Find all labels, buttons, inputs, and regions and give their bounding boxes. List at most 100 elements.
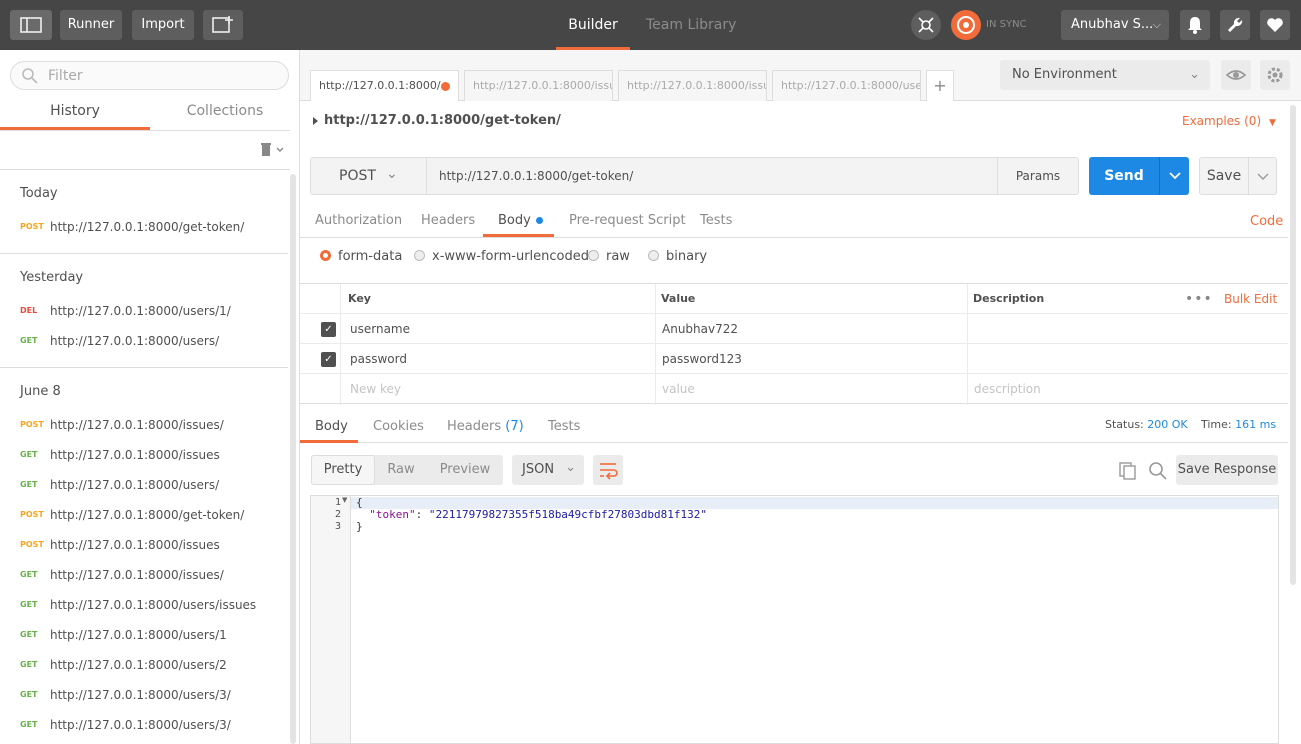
send-options-button[interactable] (1159, 157, 1189, 195)
history-item[interactable]: GET http://127.0.0.1:8000/issues/ (0, 560, 288, 590)
tab-collections[interactable]: Collections (150, 100, 299, 130)
satellite-icon (918, 17, 934, 33)
history-item[interactable]: GET http://127.0.0.1:8000/users/2 (0, 650, 288, 680)
divider (655, 284, 656, 405)
wrap-lines-button[interactable] (593, 455, 623, 485)
generate-code-link[interactable]: Code (1250, 214, 1283, 229)
history-item[interactable]: DEL http://127.0.0.1:8000/users/1/ (0, 296, 288, 326)
value-cell[interactable]: password123 (662, 344, 742, 373)
format-preview-button[interactable]: Preview (431, 455, 499, 485)
manage-environments-button[interactable] (1260, 60, 1290, 90)
history-item[interactable]: POST http://127.0.0.1:8000/get-token/ (0, 500, 288, 530)
radio-icon (588, 250, 599, 261)
trash-icon (261, 143, 284, 156)
heart-icon (1267, 18, 1283, 32)
language-select[interactable]: JSON ⌄ (512, 455, 584, 485)
radio-x-www-form-urlencoded[interactable]: x-www-form-urlencoded (414, 249, 589, 264)
team-library-tab[interactable]: Team Library (646, 0, 736, 50)
history-item[interactable]: GET http://127.0.0.1:8000/users/ (0, 470, 288, 500)
line-number-gutter: 1 ▼ 2 3 (311, 496, 351, 743)
format-raw-button[interactable]: Raw (375, 455, 427, 485)
send-button[interactable]: Send (1089, 157, 1159, 195)
settings-button[interactable] (1220, 10, 1250, 40)
save-options-button[interactable] (1249, 157, 1277, 195)
search-response-button[interactable] (1148, 461, 1168, 485)
response-tab-cookies[interactable]: Cookies (373, 419, 424, 434)
import-button[interactable]: Import (132, 10, 194, 40)
filter-search-box[interactable]: Filter (10, 61, 289, 90)
radio-form-data[interactable]: form-data (320, 249, 402, 264)
builder-tab[interactable]: Builder (556, 0, 630, 50)
examples-dropdown[interactable]: Examples (0) ▼ (1182, 114, 1276, 128)
language-value: JSON (522, 462, 555, 477)
tab-headers[interactable]: Headers (421, 213, 475, 228)
new-window-button[interactable] (203, 10, 243, 40)
fold-arrow-icon[interactable]: ▼ (342, 496, 347, 504)
save-button[interactable]: Save (1199, 157, 1249, 195)
value-cell[interactable]: Anubhav722 (662, 314, 738, 343)
key-cell[interactable]: password (350, 344, 407, 373)
request-tab[interactable]: http://127.0.0.1:8000/users/ (772, 70, 921, 101)
method-badge: GET (20, 660, 38, 669)
row-enabled-checkbox[interactable]: ✓ (321, 322, 336, 337)
new-key-input[interactable]: New key (350, 374, 401, 404)
tab-tests[interactable]: Tests (700, 213, 732, 228)
main-scrollbar[interactable] (1290, 105, 1296, 585)
history-item[interactable]: POST http://127.0.0.1:8000/issues (0, 530, 288, 560)
sync-button[interactable] (951, 10, 981, 40)
history-item[interactable]: GET http://127.0.0.1:8000/users/3/ (0, 680, 288, 710)
history-item[interactable]: GET http://127.0.0.1:8000/issues (0, 440, 288, 470)
row-enabled-checkbox[interactable]: ✓ (321, 352, 336, 367)
format-pretty-button[interactable]: Pretty (311, 455, 375, 485)
tab-authorization[interactable]: Authorization (315, 213, 402, 228)
history-item[interactable]: GET http://127.0.0.1:8000/users/3/ (0, 710, 288, 740)
copy-response-button[interactable] (1118, 461, 1138, 485)
response-tab-tests[interactable]: Tests (548, 419, 580, 434)
history-item[interactable]: GET http://127.0.0.1:8000/users/ (0, 326, 288, 356)
url-input[interactable]: http://127.0.0.1:8000/get-token/ (426, 157, 998, 195)
tab-history[interactable]: History (0, 100, 150, 130)
request-title[interactable]: http://127.0.0.1:8000/get-token/ (313, 113, 561, 128)
filter-input[interactable]: Filter (48, 68, 83, 84)
radio-raw[interactable]: raw (588, 249, 630, 264)
heart-button[interactable] (1260, 10, 1290, 40)
new-description-input[interactable]: description (974, 374, 1041, 404)
clear-history-button[interactable] (258, 140, 286, 162)
save-response-button[interactable]: Save Response (1176, 455, 1278, 485)
method-badge: GET (20, 336, 38, 345)
history-item[interactable]: POST http://127.0.0.1:8000/get-token/ (0, 212, 288, 242)
response-body-editor[interactable]: 1 ▼ 2 3 { "token": "22117979827355f518ba… (310, 495, 1279, 744)
request-tab[interactable]: http://127.0.0.1:8000/issues/ (464, 70, 613, 101)
response-tab-headers[interactable]: Headers (7) (447, 419, 524, 434)
response-format-group: Pretty Raw Preview (311, 455, 503, 485)
new-value-input[interactable]: value (662, 374, 695, 404)
runner-button[interactable]: Runner (60, 10, 122, 40)
params-button[interactable]: Params (997, 157, 1079, 195)
table-header-row: Key Value Description ••• Bulk Edit (300, 284, 1288, 314)
bulk-edit-link[interactable]: Bulk Edit (1224, 284, 1277, 313)
sidebar-toggle-button[interactable] (10, 10, 52, 40)
request-tab[interactable]: http://127.0.0.1:8000/ (310, 70, 459, 101)
environment-quick-look-button[interactable] (1221, 60, 1251, 90)
time-value: 161 ms (1235, 418, 1277, 431)
more-options-icon[interactable]: ••• (1185, 284, 1213, 313)
method-select[interactable]: POST ⌄ (310, 157, 427, 195)
environment-select[interactable]: No Environment ⌄ (1000, 60, 1210, 90)
tab-pre-request-script[interactable]: Pre-request Script (569, 213, 686, 228)
radio-binary[interactable]: binary (648, 249, 707, 264)
interceptor-button[interactable] (911, 10, 941, 40)
notifications-button[interactable] (1180, 10, 1210, 40)
history-item[interactable]: GET http://127.0.0.1:8000/users/1 (0, 620, 288, 650)
sidebar-scrollbar[interactable] (290, 174, 296, 744)
request-tab[interactable]: http://127.0.0.1:8000/issues (618, 70, 767, 101)
history-item[interactable]: POST http://127.0.0.1:8000/issues/ (0, 410, 288, 440)
user-menu[interactable]: Anubhav S... ⌵ (1061, 10, 1169, 40)
method-badge: GET (20, 690, 38, 699)
response-tab-body[interactable]: Body (315, 419, 348, 434)
tab-body[interactable]: Body (498, 213, 543, 228)
new-tab-button[interactable]: + (926, 70, 954, 101)
search-icon (22, 68, 38, 84)
chevron-down-icon: ⌵ (1152, 18, 1161, 31)
history-item[interactable]: GET http://127.0.0.1:8000/users/issues (0, 590, 288, 620)
key-cell[interactable]: username (350, 314, 410, 343)
